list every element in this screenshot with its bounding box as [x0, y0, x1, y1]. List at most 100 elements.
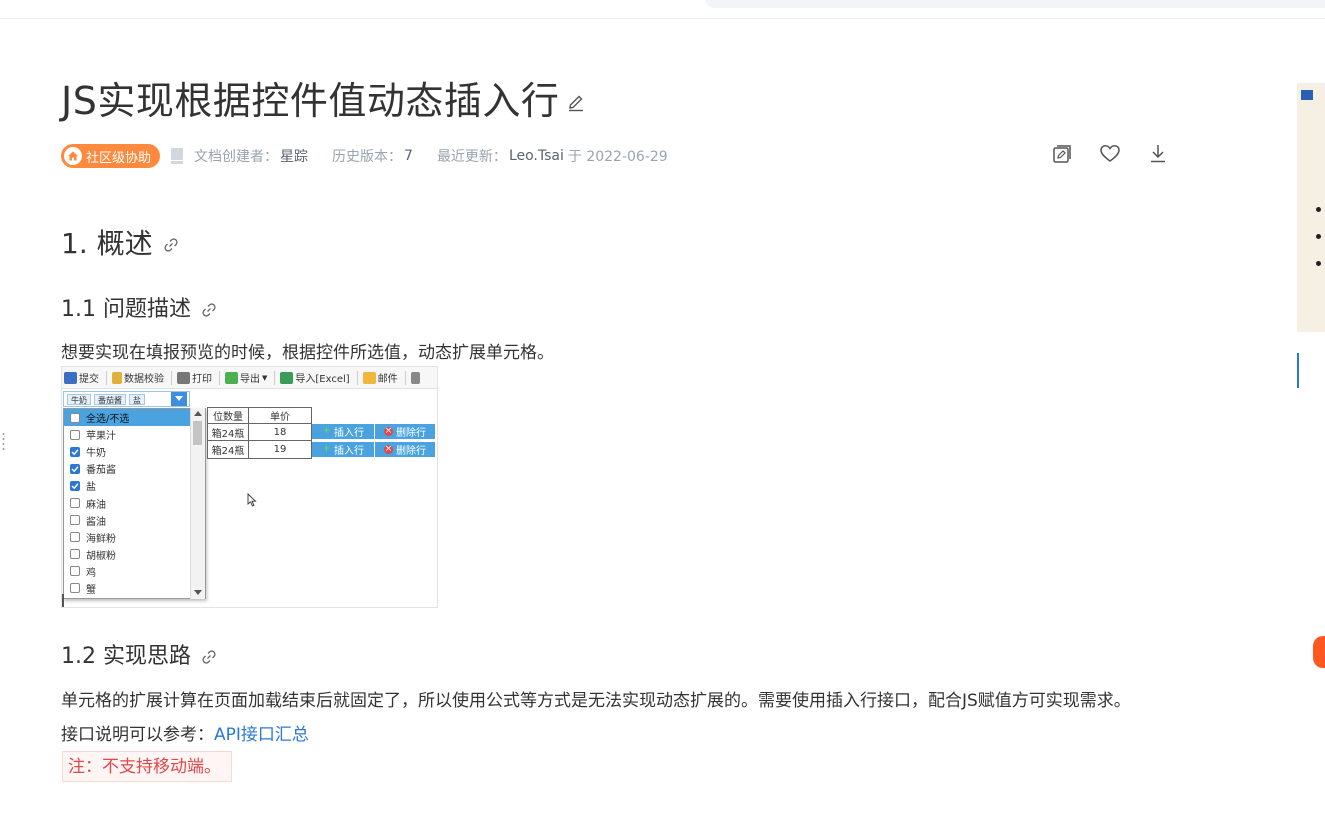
- doc-meta: 社区级协助 文档创建者： 星踪 历史版本： 7 最近更新： Leo.Tsai 于…: [61, 144, 668, 168]
- scroll-up-icon[interactable]: [194, 411, 202, 417]
- button-label: 插入行: [334, 446, 364, 457]
- toolbar-print[interactable]: 打印: [177, 370, 212, 385]
- checkbox-icon[interactable]: [70, 566, 80, 577]
- grid-header-price: 单价: [248, 407, 312, 424]
- grid-cell-qty[interactable]: 箱24瓶: [207, 440, 249, 459]
- history-count[interactable]: 7: [404, 148, 413, 164]
- selected-tag: 盐: [129, 393, 145, 405]
- separator: [219, 370, 220, 385]
- creator-name[interactable]: 星踪: [280, 146, 308, 166]
- edit-icon[interactable]: [566, 93, 586, 113]
- embedded-screenshot: 提交 数据校验 打印 导出 ▼ 导入[Excel] 邮件 牛奶 番茄酱 盐 全选/…: [61, 366, 438, 608]
- toolbar-submit[interactable]: 提交: [64, 370, 99, 385]
- bullet-icon: [1316, 234, 1321, 239]
- dropdown-toggle[interactable]: [171, 392, 187, 406]
- checkbox-icon[interactable]: [70, 412, 80, 423]
- toolbar-mail[interactable]: 邮件: [362, 370, 398, 385]
- dropdown-option[interactable]: 蟹: [64, 580, 205, 597]
- insert-row-button[interactable]: + 插入行: [312, 424, 374, 439]
- option-label: 海鲜粉: [86, 533, 116, 545]
- separator: [106, 370, 107, 385]
- favorite-heart-icon[interactable]: [1099, 143, 1121, 165]
- mouse-cursor-icon: [247, 493, 257, 507]
- grid-cell-price[interactable]: 18: [248, 423, 312, 441]
- bullet-icon: [1316, 207, 1321, 212]
- insert-row-button[interactable]: + 插入行: [312, 442, 374, 457]
- scroll-thumb[interactable]: [193, 421, 202, 445]
- button-label: 删除行: [396, 428, 426, 439]
- anchor-link-icon[interactable]: [163, 237, 179, 253]
- section-heading-problem: 1.1 问题描述: [61, 291, 217, 323]
- checkbox-icon[interactable]: [70, 532, 80, 543]
- section-title: 1.2 实现思路: [61, 644, 191, 669]
- checkbox-checked-icon[interactable]: [70, 480, 80, 491]
- badge-label: 社区级协助: [86, 150, 152, 166]
- problem-description: 想要实现在填报预览的时候，根据控件所选值，动态扩展单元格。: [61, 343, 554, 363]
- toolbar-export[interactable]: 导出 ▼: [225, 370, 267, 385]
- save-icon: [64, 371, 77, 384]
- toolbar-verify[interactable]: 数据校验: [112, 370, 164, 385]
- community-badge[interactable]: 社区级协助: [61, 144, 161, 168]
- floating-help-button[interactable]: [1313, 636, 1325, 668]
- top-bar: [0, 0, 1325, 19]
- anchor-link-icon[interactable]: [201, 649, 217, 665]
- updated-label: 最近更新：: [436, 149, 507, 165]
- checkbox-icon[interactable]: [70, 583, 80, 594]
- toolbar-import-excel[interactable]: 导入[Excel]: [280, 370, 350, 385]
- approach-description: 单元格的扩展计算在页面加载结束后就固定了，所以使用公式等方式是无法实现动态扩展的…: [61, 691, 1131, 711]
- dropdown-option[interactable]: 鸡: [64, 563, 205, 580]
- printer-icon: [177, 371, 190, 384]
- close-icon: ×: [384, 426, 393, 436]
- api-summary-link[interactable]: API接口汇总: [214, 725, 309, 745]
- dropdown-option[interactable]: 盐: [64, 477, 205, 494]
- option-label: 盐: [86, 482, 96, 494]
- download-icon[interactable]: [1147, 143, 1169, 165]
- separator: [356, 370, 358, 385]
- checkbox-checked-icon[interactable]: [70, 446, 80, 457]
- dropdown-option[interactable]: 胡椒粉: [64, 546, 205, 563]
- section-heading-overview: 1. 概述: [61, 222, 179, 262]
- option-label: 酱油: [86, 516, 106, 528]
- grid-header-qty: 位数量: [207, 407, 249, 424]
- separator: [274, 370, 276, 385]
- doc-actions: [1051, 143, 1169, 165]
- checkbox-icon[interactable]: [70, 429, 80, 440]
- button-label: 删除行: [396, 446, 426, 457]
- toolbar-label: 导入[Excel]: [295, 374, 350, 385]
- checkbox-checked-icon[interactable]: [70, 463, 80, 474]
- grid-cell-price[interactable]: 19: [248, 440, 312, 459]
- copy-edit-icon[interactable]: [1051, 143, 1073, 165]
- separator: [171, 370, 172, 385]
- anchor-link-icon[interactable]: [201, 302, 217, 318]
- toolbar-more[interactable]: [410, 371, 422, 384]
- checkbox-icon[interactable]: [70, 515, 80, 526]
- scroll-down-icon[interactable]: [194, 590, 202, 596]
- toc-active-indicator: [1297, 353, 1299, 388]
- updated-by[interactable]: Leo.Tsai: [509, 148, 564, 164]
- delete-row-button[interactable]: × 删除行: [375, 424, 435, 439]
- sidebar-advertisement[interactable]: [1297, 83, 1325, 332]
- toolbar-label: 数据校验: [124, 374, 164, 385]
- grid-cell-qty[interactable]: 箱24瓶: [207, 423, 249, 441]
- dropdown-option[interactable]: 苹果汁: [64, 426, 205, 443]
- button-label: 插入行: [334, 428, 364, 439]
- dropdown-option[interactable]: 海鲜粉: [64, 529, 205, 546]
- mobile-unsupported-note: 注：不支持移动端。: [62, 751, 232, 782]
- dropdown-list: 全选/不选苹果汁 牛奶 番茄酱盐麻油酱油海鲜粉 胡椒粉鸡蟹: [63, 408, 206, 599]
- dropdown-option[interactable]: 麻油: [64, 494, 205, 511]
- section-title: 1.1 问题描述: [61, 297, 191, 322]
- checkbox-icon[interactable]: [70, 498, 80, 509]
- search-bar[interactable]: [705, 0, 1325, 8]
- checkbox-icon[interactable]: [70, 549, 80, 560]
- dropdown-option[interactable]: 牛奶: [64, 443, 205, 460]
- separator: [404, 370, 406, 385]
- report-toolbar: 提交 数据校验 打印 导出 ▼ 导入[Excel] 邮件: [62, 367, 437, 389]
- delete-row-button[interactable]: × 删除行: [375, 442, 435, 457]
- option-label: 苹果汁: [86, 431, 116, 443]
- dropdown-scrollbar[interactable]: [190, 408, 205, 599]
- drag-handle-icon[interactable]: [2, 432, 5, 450]
- select-all-option[interactable]: 全选/不选: [64, 409, 205, 427]
- dropdown-option[interactable]: 番茄酱: [64, 460, 205, 477]
- toolbar-label: 打印: [192, 374, 212, 385]
- dropdown-option[interactable]: 酱油: [64, 512, 205, 529]
